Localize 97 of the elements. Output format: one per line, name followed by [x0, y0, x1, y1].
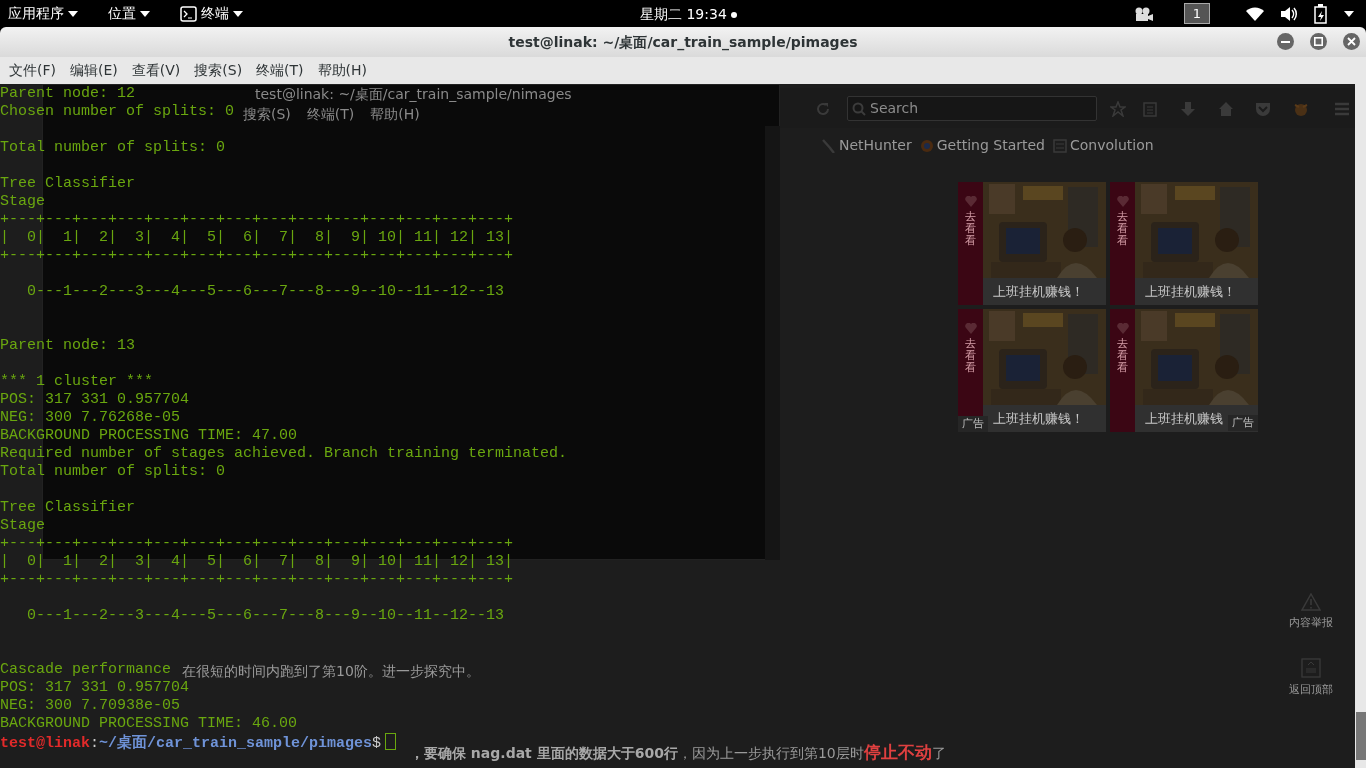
text-cursor [385, 733, 397, 750]
wifi-icon [1246, 6, 1264, 21]
ad-side-label: 去看看 [1117, 211, 1128, 248]
menu-item[interactable]: 查看(V) [124, 60, 188, 81]
terminal-line: NEG: 300 7.76268e-05 [0, 409, 181, 427]
ad-tile[interactable]: 去看看 上班挂机赚钱！ [958, 182, 1106, 305]
window-title: test@linak: ~/桌面/car_train_sample/pimages [508, 32, 858, 53]
menu-item[interactable]: 编辑(E) [63, 60, 125, 81]
back-to-top-icon [1301, 657, 1321, 678]
warning-icon [1301, 593, 1321, 611]
terminal-line: +---+---+---+---+---+---+---+---+---+---+---+---+---+---+ [0, 535, 514, 553]
terminal-line: BACKGROUND PROCESSING TIME: 47.00 [0, 427, 298, 445]
menu-item[interactable]: 终端(T) [306, 104, 355, 125]
maximize-button[interactable] [1310, 33, 1327, 50]
terminal-line: Stage [0, 517, 45, 535]
caret-icon [68, 10, 78, 17]
close-icon [1347, 37, 1356, 46]
caret-icon [140, 10, 150, 17]
workspace-indicator[interactable]: 1 [1184, 3, 1210, 24]
terminal-line: Tree Classifier [0, 499, 136, 517]
terminal-line: 0---1---2---3---4---5---6---7---8---9--10--11--12--13 [26, 283, 505, 301]
download-icon [1180, 101, 1196, 117]
ad-caption: 上班挂机赚钱！ [1135, 278, 1258, 305]
bookmark-link[interactable]: Convolution [1052, 135, 1154, 156]
window-title: test@linak: ~/桌面/car_train_sample/nimages [255, 85, 572, 104]
terminal-line: +---+---+---+---+---+---+---+---+---+---+---+---+---+---+ [0, 571, 514, 589]
terminal-line: +---+---+---+---+---+---+---+---+---+---+---+---+---+---+ [0, 211, 514, 229]
terminal-line: Required number of stages achieved. Branch training terminated. [0, 445, 568, 463]
ad-tile[interactable]: 去看看 上班挂机赚钱 广告 [1110, 309, 1258, 432]
terminal-line: Parent node: 12 [0, 85, 136, 103]
ad-tile[interactable]: 去看看 广告 上班挂机赚钱！ [958, 309, 1106, 432]
search-icon [852, 101, 866, 116]
scrollbar[interactable] [765, 126, 780, 560]
side-button[interactable]: 内容举报 [1283, 592, 1339, 633]
terminal-line: POS: 317 331 0.957704 [0, 391, 190, 409]
heart-icon [964, 323, 977, 334]
star-icon [1110, 101, 1126, 117]
notification-dot-icon [730, 11, 737, 18]
terminal-line: POS: 317 331 0.957704 [0, 679, 190, 697]
top-bar-menu[interactable]: 应用程序 [0, 3, 86, 24]
maximize-icon [1314, 37, 1323, 46]
clock[interactable]: 星期二 19:34 [640, 4, 727, 25]
top-bar-menu[interactable]: 位置 [100, 3, 158, 24]
terminal-line: BACKGROUND PROCESSING TIME: 46.00 [0, 715, 298, 733]
reload-icon [815, 101, 831, 117]
terminal-line: NEG: 300 7.70938e-05 [0, 697, 181, 715]
terminal-line: *** 1 cluster *** [0, 373, 154, 391]
close-button[interactable] [1343, 33, 1360, 50]
menu-icon [1334, 101, 1350, 117]
menu-item[interactable]: 搜索(S) [187, 60, 250, 81]
ad-side-label: 去看看 [965, 338, 976, 375]
minimize-button[interactable] [1277, 33, 1294, 50]
terminal-line: Tree Classifier [0, 175, 136, 193]
menu-item[interactable]: 帮助(H) [310, 60, 375, 81]
terminal-line: 0---1---2---3---4---5---6---7---8---9--10--11--12--13 [26, 607, 505, 625]
terminal-line: Total number of splits: 0 [0, 139, 226, 157]
terminal-menu[interactable]: 终端 [172, 3, 251, 24]
search-field[interactable]: Search [847, 96, 1097, 121]
caret-icon [1344, 10, 1354, 17]
minimize-icon [1281, 40, 1290, 43]
terminal-line: +---+---+---+---+---+---+---+---+---+---+---+---+---+---+ [0, 247, 514, 265]
heart-icon [964, 196, 977, 207]
camera-icon [1134, 5, 1154, 22]
side-button[interactable]: 返回顶部 [1283, 656, 1339, 699]
menu-item[interactable]: 搜索(S) [243, 104, 291, 125]
menu-item[interactable]: 终端(T) [249, 60, 311, 81]
ad-tile[interactable]: 去看看 上班挂机赚钱！ [1110, 182, 1258, 305]
scrollbar[interactable] [1355, 84, 1366, 768]
ad-side-label: 去看看 [1117, 338, 1128, 375]
terminal-icon [180, 5, 197, 22]
caret-icon [233, 10, 243, 17]
bookmark-link[interactable]: Getting Started [919, 135, 1045, 156]
menu-item[interactable]: 文件(F) [2, 60, 63, 81]
article-text: 在很短的时间内跑到了第10阶。进一步探究中。 [182, 662, 480, 681]
volume-icon [1280, 5, 1298, 22]
terminal-line: | 0| 1| 2| 3| 4| 5| 6| 7| 8| 9| 10| 11| 12| 13| [0, 553, 514, 571]
terminal-line: Cascade performance [0, 661, 172, 679]
fox-icon [1293, 101, 1309, 117]
heart-icon [1116, 323, 1129, 334]
ad-side-label: 去看看 [965, 211, 976, 248]
home-icon [1218, 101, 1234, 117]
ad-caption: 上班挂机赚钱！ [983, 278, 1106, 305]
image-icon [1052, 138, 1067, 153]
menu-item[interactable]: 帮助(H) [370, 104, 420, 125]
battery-icon [1314, 3, 1328, 24]
shell-prompt: test@linak:~/桌面/car_train_sample/pimages$ [0, 735, 382, 752]
bookmark-link[interactable]: NetHunter [822, 135, 912, 156]
terminal-line: Stage [0, 193, 45, 211]
terminal-line: Chosen number of splits: 0 [0, 103, 235, 121]
heart-icon [1116, 196, 1129, 207]
terminal-line: Parent node: 13 [0, 337, 136, 355]
ad-caption: 上班挂机赚钱！ [983, 405, 1106, 432]
article-text: ，要确保 nag.dat 里面的数据大于600行，因为上一步执行到第10层时停止不动了 [410, 741, 946, 764]
list-icon [1142, 101, 1158, 117]
terminal-line: Total number of splits: 0 [0, 463, 226, 481]
pocket-icon [1255, 101, 1271, 117]
terminal-line: | 0| 1| 2| 3| 4| 5| 6| 7| 8| 9| 10| 11| 12| 13| [0, 229, 514, 247]
